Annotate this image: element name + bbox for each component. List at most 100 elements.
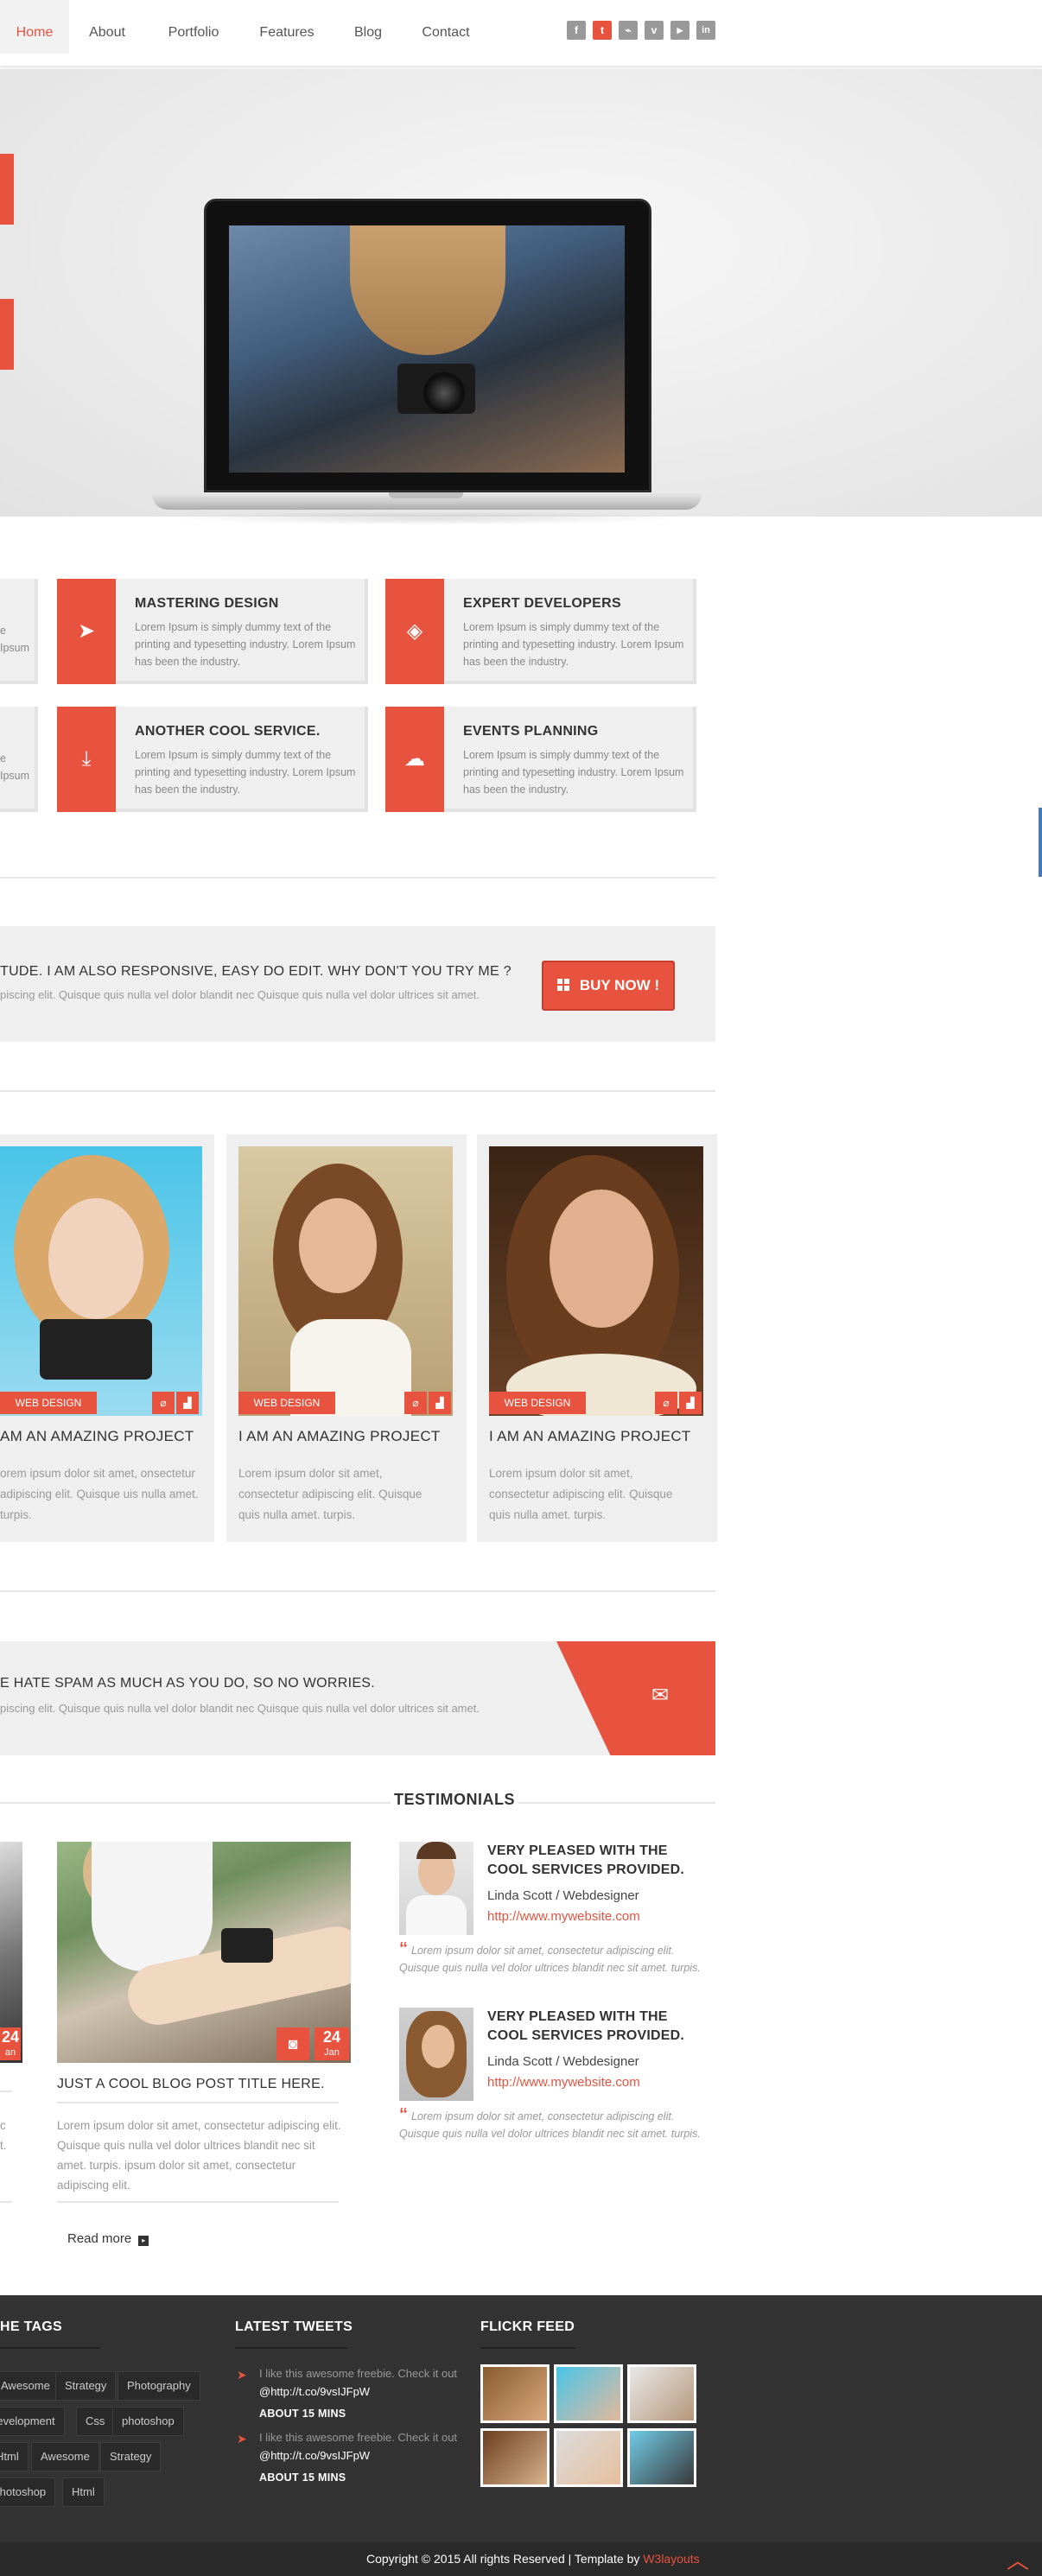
- link-icon[interactable]: ⌀: [404, 1392, 427, 1414]
- portfolio-text: Lorem ipsum dolor sit amet, consectetur …: [489, 1467, 673, 1521]
- newsletter-accent: [556, 1641, 715, 1755]
- slider-next-tab[interactable]: [0, 299, 14, 370]
- flickr-thumbnail[interactable]: [480, 2428, 550, 2487]
- portfolio-image: [489, 1146, 703, 1416]
- category-tag[interactable]: WEB DESIGN: [489, 1392, 586, 1414]
- twitter-bird-icon: ➤: [237, 2368, 247, 2382]
- date-month: Jan: [324, 2047, 340, 2058]
- copyright-text: Copyright © 2015 All rights Reserved | T…: [366, 2552, 700, 2566]
- tag-item[interactable]: Awesome: [0, 2371, 60, 2401]
- buy-now-button[interactable]: BUY NOW !: [542, 961, 675, 1011]
- tag-item[interactable]: Strategy: [100, 2442, 162, 2471]
- service-title: ANOTHER COOL SERVICE.: [135, 724, 321, 739]
- tag-item[interactable]: Awesome: [31, 2442, 99, 2471]
- category-tag[interactable]: WEB DESIGN: [238, 1392, 335, 1414]
- facebook-icon[interactable]: f: [567, 21, 586, 40]
- tag-item[interactable]: Html: [0, 2442, 29, 2471]
- gallery-icon[interactable]: ▟: [429, 1392, 451, 1414]
- portfolio-card[interactable]: WEB DESIGN ⌀ ▟ AM AN AMAZING PROJECT ore…: [0, 1134, 214, 1542]
- testimonial-title: VERY PLEASED WITH THE COOL SERVICES PROV…: [487, 1843, 685, 1877]
- flickr-thumbnail[interactable]: [554, 2364, 623, 2423]
- tag-item[interactable]: Photography: [118, 2371, 200, 2401]
- tweet-text: I like this awesome freebie. Check it ou…: [259, 2431, 458, 2462]
- date-badge: 24 Jan: [315, 2027, 349, 2060]
- blog-text-partial: c t.: [0, 2119, 7, 2152]
- nav-blog[interactable]: Blog: [342, 0, 394, 54]
- portfolio-text: orem ipsum dolor sit amet, onsectetur ad…: [0, 1467, 199, 1521]
- youtube-icon[interactable]: ▶: [670, 21, 689, 40]
- envelope-icon[interactable]: ✉: [648, 1685, 672, 1707]
- service-title: EVENTS PLANNING: [463, 724, 599, 739]
- flickr-thumbnail[interactable]: [480, 2364, 550, 2423]
- slider-prev-tab[interactable]: [0, 154, 14, 225]
- tag-item[interactable]: Development: [0, 2407, 65, 2436]
- service-text: Lorem Ipsum is simply dummy text of the …: [135, 621, 356, 668]
- buy-now-label: BUY NOW !: [579, 977, 660, 993]
- link-icon[interactable]: ⌀: [152, 1392, 175, 1414]
- testimonial-link[interactable]: http://www.mywebsite.com: [487, 1909, 640, 1924]
- tweet-link[interactable]: @http://t.co/9vsIJFpW: [259, 2449, 370, 2462]
- nav-about[interactable]: About: [73, 0, 142, 54]
- service-card-expert-developers: ◈ EXPERT DEVELOPERS Lorem Ipsum is simpl…: [385, 579, 696, 684]
- vimeo-icon[interactable]: v: [645, 21, 664, 40]
- tag-item[interactable]: Css: [76, 2407, 115, 2436]
- flickr-thumbnail[interactable]: [627, 2364, 696, 2423]
- tag-item[interactable]: Html: [62, 2478, 105, 2507]
- linkedin-icon[interactable]: in: [696, 21, 715, 40]
- testimonial-quote: “Lorem ipsum dolor sit amet, consectetur…: [399, 1939, 701, 1974]
- newsletter-banner: E HATE SPAM AS MUCH AS YOU DO, SO NO WOR…: [0, 1641, 715, 1755]
- service-card-mastering-design: ➤ MASTERING DESIGN Lorem Ipsum is simply…: [57, 579, 368, 684]
- tweet-link[interactable]: @http://t.co/9vsIJFpW: [259, 2385, 370, 2398]
- brand-link[interactable]: W3layouts: [643, 2552, 699, 2566]
- flickr-thumbnail[interactable]: [554, 2428, 623, 2487]
- cloud-icon: ☁: [385, 707, 444, 812]
- service-card-partial: e Ipsum: [0, 707, 38, 812]
- section-divider: [0, 877, 715, 879]
- portfolio-card[interactable]: WEB DESIGN ⌀ ▟ I AM AN AMAZING PROJECT L…: [477, 1134, 717, 1542]
- tag-item[interactable]: photoshop: [112, 2407, 184, 2436]
- testimonials-heading: TESTIMONIALS: [391, 1791, 518, 1809]
- tags-heading: HE TAGS: [0, 2319, 63, 2334]
- link-icon[interactable]: ⌀: [655, 1392, 677, 1414]
- portfolio-card[interactable]: WEB DESIGN ⌀ ▟ I AM AN AMAZING PROJECT L…: [226, 1134, 467, 1542]
- nav-contact[interactable]: Contact: [411, 0, 480, 54]
- portfolio-image: [238, 1146, 453, 1416]
- quote-icon: “: [399, 1939, 408, 1958]
- twitter-icon[interactable]: t: [593, 21, 612, 40]
- testimonial-link[interactable]: http://www.mywebsite.com: [487, 2075, 640, 2090]
- service-title: EXPERT DEVELOPERS: [463, 596, 621, 611]
- read-more-link[interactable]: Read more ▸: [67, 2231, 149, 2246]
- blog-title[interactable]: JUST A COOL BLOG POST TITLE HERE.: [57, 2077, 325, 2092]
- nav-portfolio[interactable]: Portfolio: [152, 0, 235, 54]
- gallery-icon[interactable]: ▟: [679, 1392, 702, 1414]
- grid-icon: [556, 979, 569, 991]
- side-edge-tab[interactable]: [1039, 808, 1042, 877]
- service-card-events-planning: ☁ EVENTS PLANNING Lorem Ipsum is simply …: [385, 707, 696, 812]
- nav-features[interactable]: Features: [247, 0, 327, 54]
- service-text: Lorem Ipsum is simply dummy text of the …: [463, 749, 684, 796]
- testimonial-title: VERY PLEASED WITH THE COOL SERVICES PROV…: [487, 2009, 685, 2043]
- read-more-label: Read more: [67, 2231, 132, 2246]
- quote-icon: “: [399, 2105, 408, 2124]
- footer: HE TAGS Awesome Strategy Photography Dev…: [0, 2295, 1042, 2542]
- portfolio-title: AM AN AMAZING PROJECT: [0, 1428, 194, 1444]
- hero-slider: [0, 69, 1042, 525]
- twitter-bird-icon: ➤: [237, 2432, 247, 2446]
- testimonial-author: Linda Scott / Webdesigner: [487, 2054, 639, 2069]
- flickr-thumbnail[interactable]: [627, 2428, 696, 2487]
- service-text: Lorem Ipsum is simply dummy text of the …: [463, 621, 684, 668]
- service-card-partial: e Ipsum: [0, 579, 38, 684]
- rss-icon[interactable]: ⌁: [619, 21, 638, 40]
- tag-item[interactable]: Strategy: [55, 2371, 117, 2401]
- copyright-bar: Copyright © 2015 All rights Reserved | T…: [0, 2542, 1042, 2576]
- scroll-to-top-icon[interactable]: ︿: [1001, 2548, 1035, 2573]
- tag-item[interactable]: Photoshop: [0, 2478, 56, 2507]
- camera-icon: ◙: [276, 2027, 309, 2060]
- arrow-right-icon: ▸: [138, 2236, 149, 2246]
- portfolio-title: I AM AN AMAZING PROJECT: [238, 1428, 441, 1444]
- gallery-icon[interactable]: ▟: [176, 1392, 199, 1414]
- testimonial-avatar: [399, 2008, 473, 2101]
- category-tag[interactable]: WEB DESIGN: [0, 1392, 97, 1414]
- nav-home[interactable]: Home: [0, 0, 69, 54]
- newsletter-subtitle: piscing elit. Quisque quis nulla vel dol…: [0, 1702, 480, 1715]
